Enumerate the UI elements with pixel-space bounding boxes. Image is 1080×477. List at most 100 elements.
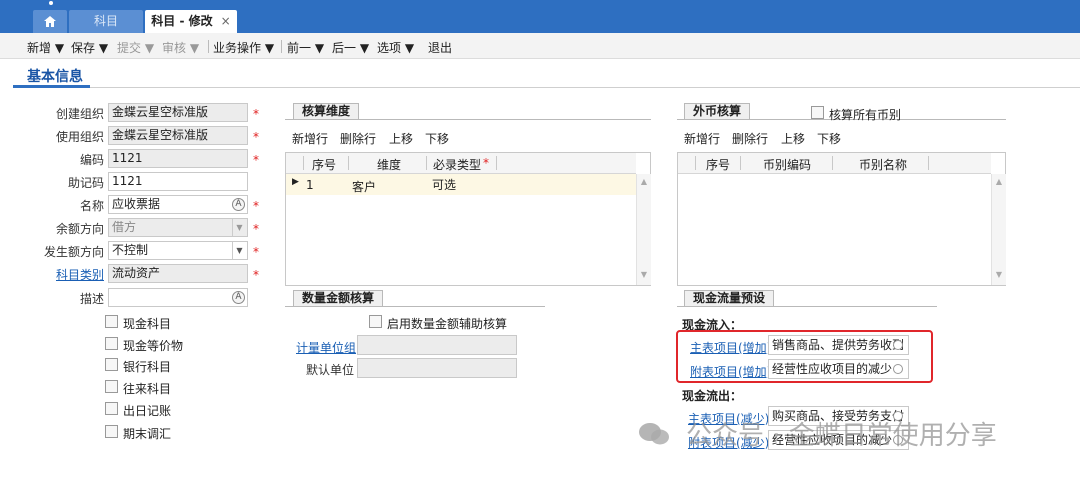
grid-header: 序号 维度 必录类型 * bbox=[286, 153, 636, 174]
cur-delete-row-button[interactable]: 删除行 bbox=[732, 130, 768, 147]
divider bbox=[496, 156, 497, 170]
chevron-down-icon[interactable]: ▼ bbox=[232, 219, 246, 236]
options-button[interactable]: 选项 ▼ bbox=[377, 39, 414, 56]
option-checkbox-label: 期末调汇 bbox=[123, 427, 172, 441]
next-button[interactable]: 后一 ▼ bbox=[332, 39, 369, 56]
home-icon bbox=[44, 16, 56, 27]
currency-header: 外币核算 bbox=[684, 103, 751, 119]
required-mark: * bbox=[253, 199, 259, 213]
col-type: 必录类型 bbox=[432, 158, 481, 172]
col-dim: 维度 bbox=[376, 158, 401, 172]
default-unit-label: 默认单位 bbox=[306, 363, 355, 377]
scroll-down-icon[interactable]: ▼ bbox=[637, 270, 651, 279]
all-currency-checkbox[interactable] bbox=[811, 106, 824, 119]
new-button[interactable]: 新增 ▼ bbox=[27, 39, 64, 56]
cell-type[interactable]: 可选 bbox=[432, 176, 456, 193]
option-checkbox-label: 现金科目 bbox=[123, 317, 172, 331]
multilang-icon[interactable]: A bbox=[232, 291, 245, 304]
tab-subject[interactable]: 科目 bbox=[69, 10, 143, 33]
balance-dir-label: 余额方向 bbox=[55, 222, 104, 236]
cell-seq: 1 bbox=[306, 178, 314, 192]
option-checkbox[interactable] bbox=[105, 425, 118, 438]
create-org-field[interactable]: 金蝶云星空标准版 bbox=[108, 103, 248, 122]
dim-move-up-button[interactable]: 上移 bbox=[389, 130, 413, 147]
chevron-down-icon[interactable]: ▼ bbox=[232, 242, 246, 259]
cur-move-up-button[interactable]: 上移 bbox=[781, 130, 805, 147]
cashflow-header: 现金流量预设 bbox=[684, 290, 775, 306]
category-field[interactable]: 流动资产 bbox=[108, 264, 248, 283]
option-checkbox-label: 往来科目 bbox=[123, 382, 172, 396]
col-seq: 序号 bbox=[312, 158, 337, 172]
divider bbox=[208, 40, 209, 53]
mnemonic-field[interactable]: 1121 bbox=[108, 172, 248, 191]
section-title: 基本信息 bbox=[27, 69, 83, 85]
required-mark: * bbox=[253, 245, 259, 259]
home-tab[interactable] bbox=[33, 10, 67, 33]
create-org-label: 创建组织 bbox=[55, 107, 104, 121]
app-indicator bbox=[49, 1, 53, 5]
multilang-icon[interactable]: A bbox=[232, 198, 245, 211]
option-checkbox[interactable] bbox=[105, 380, 118, 393]
option-checkbox-label: 现金等价物 bbox=[123, 339, 184, 353]
divider bbox=[348, 156, 349, 170]
scrollbar[interactable]: ▲ ▼ bbox=[636, 174, 651, 285]
outflow-label: 现金流出： bbox=[682, 389, 743, 403]
dim-delete-row-button[interactable]: 删除行 bbox=[340, 130, 376, 147]
name-field[interactable]: 应收票据 bbox=[108, 195, 248, 214]
use-org-field[interactable]: 金蝶云星空标准版 bbox=[108, 126, 248, 145]
highlight-box bbox=[676, 330, 933, 383]
close-icon[interactable]: × bbox=[221, 14, 231, 28]
option-checkbox[interactable] bbox=[105, 315, 118, 328]
table-row[interactable]: ▶ 1 客户 可选 bbox=[286, 174, 636, 195]
divider bbox=[281, 40, 282, 53]
cell-dim[interactable]: 客户 bbox=[352, 178, 376, 195]
cur-add-row-button[interactable]: 新增行 bbox=[684, 130, 720, 147]
occur-dir-select[interactable]: 不控制 bbox=[108, 241, 248, 260]
option-checkbox-label: 出日记账 bbox=[123, 404, 172, 418]
balance-dir-select[interactable]: 借方 bbox=[108, 218, 248, 237]
name-label: 名称 bbox=[79, 199, 104, 213]
scroll-up-icon[interactable]: ▲ bbox=[637, 177, 651, 186]
quantity-header: 数量金额核算 bbox=[293, 290, 384, 306]
exit-button[interactable]: 退出 bbox=[428, 39, 452, 56]
all-currency-label: 核算所有币别 bbox=[829, 108, 902, 122]
prev-button[interactable]: 前一 ▼ bbox=[287, 39, 324, 56]
scrollbar[interactable]: ▲ ▼ bbox=[991, 174, 1006, 285]
scroll-up-icon[interactable]: ▲ bbox=[992, 177, 1006, 186]
watermark-text: 公众号 · 金蝶日常使用分享 bbox=[686, 421, 997, 451]
desc-label: 描述 bbox=[79, 292, 104, 306]
unit-group-field[interactable] bbox=[357, 335, 517, 355]
option-checkbox[interactable] bbox=[105, 358, 118, 371]
desc-field[interactable] bbox=[108, 288, 248, 307]
tab-subject-edit[interactable]: 科目 - 修改 × bbox=[145, 10, 237, 33]
grid-header: 序号 币别编码 币别名称 bbox=[678, 153, 991, 174]
divider bbox=[13, 87, 1080, 88]
dim-add-row-button[interactable]: 新增行 bbox=[292, 130, 328, 147]
required-mark: * bbox=[483, 156, 489, 170]
code-label: 编码 bbox=[79, 153, 104, 167]
option-checkbox[interactable] bbox=[105, 402, 118, 415]
category-link[interactable]: 科目类别 bbox=[14, 266, 104, 283]
code-field[interactable]: 1121 bbox=[108, 149, 248, 168]
use-org-label: 使用组织 bbox=[55, 130, 104, 144]
col-cur-name: 币别名称 bbox=[858, 158, 907, 172]
required-mark: * bbox=[253, 222, 259, 236]
enable-quantity-label: 启用数量金额辅助核算 bbox=[387, 317, 508, 331]
business-ops-button[interactable]: 业务操作 ▼ bbox=[213, 39, 274, 56]
save-button[interactable]: 保存 ▼ bbox=[71, 39, 108, 56]
divider bbox=[695, 156, 696, 170]
default-unit-field[interactable] bbox=[357, 358, 517, 378]
scroll-down-icon[interactable]: ▼ bbox=[992, 270, 1006, 279]
divider bbox=[285, 119, 651, 120]
dim-move-down-button[interactable]: 下移 bbox=[425, 130, 449, 147]
enable-quantity-checkbox[interactable] bbox=[369, 315, 382, 328]
submit-button[interactable]: 提交 ▼ bbox=[117, 39, 154, 56]
unit-group-link[interactable]: 计量单位组 bbox=[296, 339, 356, 356]
audit-button[interactable]: 审核 ▼ bbox=[162, 39, 199, 56]
mnemonic-label: 助记码 bbox=[67, 176, 104, 190]
option-checkbox[interactable] bbox=[105, 337, 118, 350]
divider bbox=[928, 156, 929, 170]
option-checkbox-label: 银行科目 bbox=[123, 360, 172, 374]
cur-move-down-button[interactable]: 下移 bbox=[817, 130, 841, 147]
wechat-icon bbox=[639, 423, 669, 445]
